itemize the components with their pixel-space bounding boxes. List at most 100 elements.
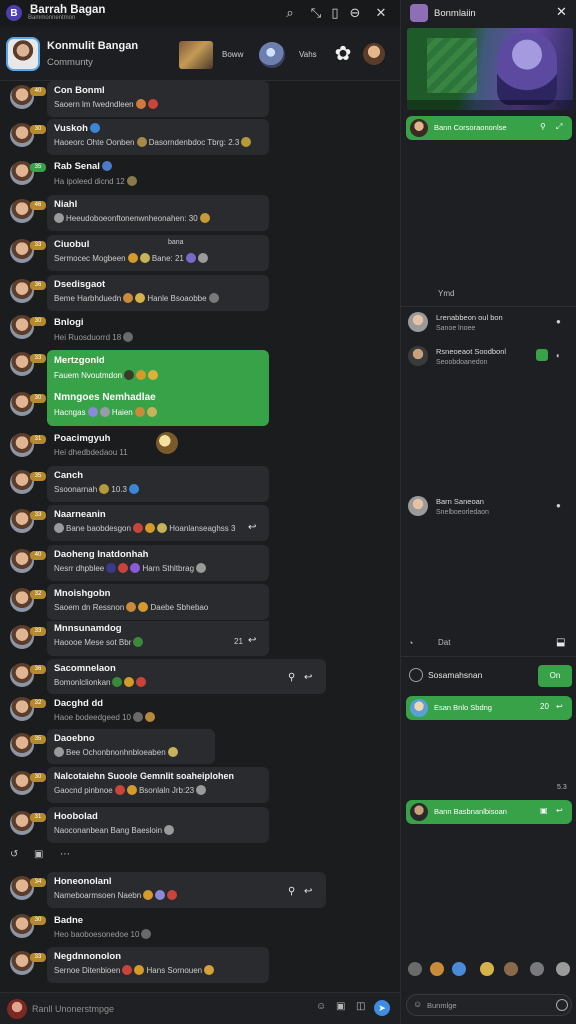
message-text: Saoern lm fwedndleen: [54, 99, 158, 109]
reply-icon[interactable]: ↩: [304, 886, 312, 897]
emoji-icon: [123, 293, 134, 303]
level-badge: 33: [30, 354, 46, 363]
attach-icon[interactable]: ▣: [336, 1001, 345, 1012]
send-icon[interactable]: [556, 999, 568, 1011]
message-author: Honeonolanl: [54, 876, 112, 887]
community-subtitle: Communty: [47, 57, 93, 68]
bookmark-icon[interactable]: ◔: [408, 638, 413, 648]
featured-message[interactable]: Bann Basbnanlbisoan ▣ ↩: [406, 800, 572, 824]
expand-icon[interactable]: ⤢: [556, 122, 562, 132]
message-author: Hoobolad: [54, 811, 98, 822]
section-label: Dat: [438, 638, 451, 647]
link-icon[interactable]: ⚲: [288, 672, 295, 683]
panel-list-item[interactable]: Barn Saneoan Snelboeorledaon ●: [406, 492, 572, 522]
message-text: Heo baoboesonedoe 10: [54, 929, 152, 939]
level-badge: 30: [30, 916, 46, 925]
emoji-icon: [204, 965, 215, 975]
avatar[interactable]: [408, 312, 428, 332]
link-icon[interactable]: ⚲: [288, 886, 295, 897]
media-preview[interactable]: [407, 28, 573, 110]
header-thumbnail[interactable]: [179, 41, 213, 69]
message-author: Mertzgonld: [54, 355, 105, 366]
user-avatar[interactable]: [363, 43, 385, 65]
level-badge: 40: [30, 551, 46, 560]
emoji-icon: [167, 890, 178, 900]
more-icon[interactable]: ⋯: [60, 849, 70, 860]
search-icon[interactable]: ⌕: [280, 3, 300, 23]
panel-item-name: Lrenabbeon oul bon: [436, 313, 503, 322]
emoji-icon: [134, 965, 145, 975]
emoji-icon: [124, 677, 135, 687]
avatar[interactable]: [408, 346, 428, 366]
level-badge: 33: [30, 953, 46, 962]
reply-icon[interactable]: ↩: [304, 672, 312, 683]
panel-list-item[interactable]: Lrenabbeon oul bon Sanoe lnoee ●: [406, 308, 572, 338]
reaction-icon[interactable]: [452, 962, 466, 976]
reply-icon[interactable]: ↩: [248, 635, 256, 646]
message-text: Beme Harbhduedn Hanle Bsoaobbe: [54, 293, 219, 303]
pin-icon[interactable]: ⤡: [306, 3, 326, 23]
message-text: Haoe bodeedgeed 10: [54, 712, 155, 722]
emoji-icon: [139, 253, 150, 263]
emoji-picker-icon[interactable]: ☺: [316, 1001, 326, 1012]
avatar[interactable]: [410, 699, 428, 717]
level-badge: 35: [30, 472, 46, 481]
image-icon[interactable]: ▣: [540, 806, 548, 815]
avatar[interactable]: [7, 999, 27, 1019]
message-text: Hacngas Haien: [54, 407, 157, 417]
level-badge: 35: [30, 735, 46, 744]
panel-list-item[interactable]: Rsneoeaot Soodbonl Seoobdoanedon ◐: [406, 342, 572, 372]
send-button[interactable]: ➤: [374, 1000, 390, 1016]
chat-icon[interactable]: ◐: [556, 351, 561, 360]
featured-message[interactable]: Bann Corsoraononlse ⚲ ⤢: [406, 116, 572, 140]
message-text: Haoeorc Ohte Oonben Dasorndenbdoc Tbrg: …: [54, 137, 252, 147]
app-logo-icon[interactable]: B: [6, 5, 22, 21]
info-icon[interactable]: ▯: [325, 3, 345, 23]
message-text: Gaocnd pinbnoe Bsonlaln Jrb:23: [54, 785, 207, 795]
gif-icon[interactable]: ◫: [356, 1001, 365, 1012]
chat-list[interactable]: 40 Con Bonml Saoern lm fwedndleen 30 Vus…: [0, 80, 400, 992]
emoji-icon: [134, 407, 145, 417]
message-text: Bomonlclionkan: [54, 677, 147, 687]
reaction-icon[interactable]: [430, 962, 444, 976]
avatar[interactable]: [410, 119, 428, 137]
reply-icon[interactable]: ↩: [556, 806, 563, 815]
reaction-icon[interactable]: [408, 962, 422, 976]
emoji-picker-icon[interactable]: ☺: [413, 999, 422, 1009]
link-icon[interactable]: ⚲: [540, 122, 546, 131]
panel-message-input[interactable]: [427, 998, 547, 1012]
message-meta: 20: [540, 702, 549, 711]
sticker-icon: [156, 432, 178, 454]
image-icon[interactable]: ▣: [34, 849, 43, 860]
reply-icon[interactable]: ↺: [10, 849, 18, 860]
close-icon[interactable]: ✕: [371, 3, 391, 23]
status-pill[interactable]: [536, 349, 548, 361]
featured-message[interactable]: Esan Bnlo Sbdng 20 ↩: [406, 696, 572, 720]
emoji-icon: [87, 407, 98, 417]
expand-icon[interactable]: ⬓: [556, 637, 565, 648]
level-badge: 30: [30, 317, 46, 326]
avatar[interactable]: [408, 496, 428, 516]
close-icon[interactable]: ✕: [556, 4, 567, 20]
reply-icon[interactable]: ↩: [556, 702, 563, 711]
globe-icon[interactable]: [259, 42, 285, 68]
level-badge: 33: [30, 241, 46, 250]
header-label-1[interactable]: Boww: [222, 50, 243, 59]
avatar[interactable]: [410, 803, 428, 821]
minus-icon[interactable]: ⊖: [345, 3, 365, 23]
message-text: Bee Ochonbnonhnbloeaben: [54, 747, 178, 757]
toggle-button[interactable]: On: [538, 665, 572, 687]
community-avatar[interactable]: [6, 37, 40, 71]
reaction-icon[interactable]: [530, 962, 544, 976]
emoji-icon: [136, 370, 147, 380]
reaction-icon[interactable]: [480, 962, 494, 976]
gear-icon[interactable]: ✿: [332, 43, 354, 65]
reaction-icon[interactable]: [556, 962, 570, 976]
header-label-2[interactable]: Vahs: [299, 50, 317, 59]
message-input[interactable]: [32, 1000, 302, 1018]
emoji-icon: [112, 677, 123, 687]
message-author: Poacimgyuh: [54, 433, 111, 444]
reply-icon[interactable]: ↩: [248, 522, 256, 533]
emoji-icon: [141, 929, 152, 939]
reaction-icon[interactable]: [504, 962, 518, 976]
